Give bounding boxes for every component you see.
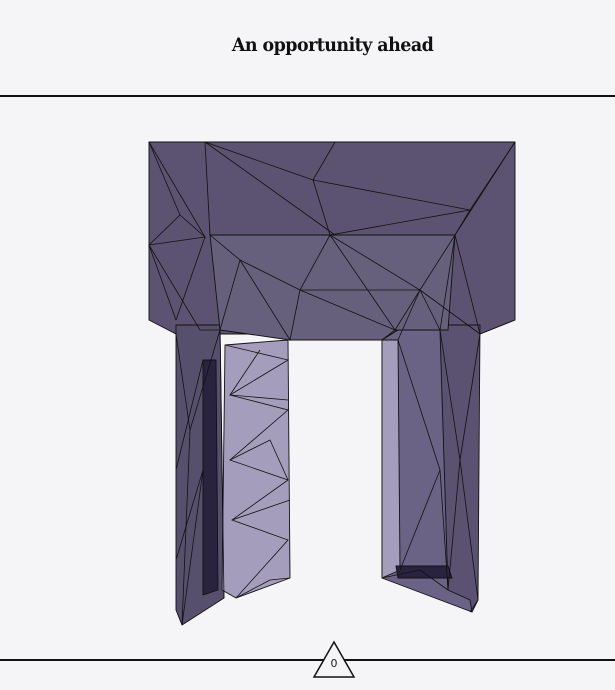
bottom-divider (0, 659, 615, 661)
right-jamb-light (381, 339, 401, 579)
doorway-mesh-model[interactable] (0, 0, 615, 690)
inner-frame-top (209, 234, 456, 341)
counter-value: 0 (330, 657, 338, 670)
left-dark-strip (202, 359, 219, 596)
game-stage: An opportunity ahead 0 (0, 0, 615, 690)
right-dark-strip (395, 565, 453, 579)
